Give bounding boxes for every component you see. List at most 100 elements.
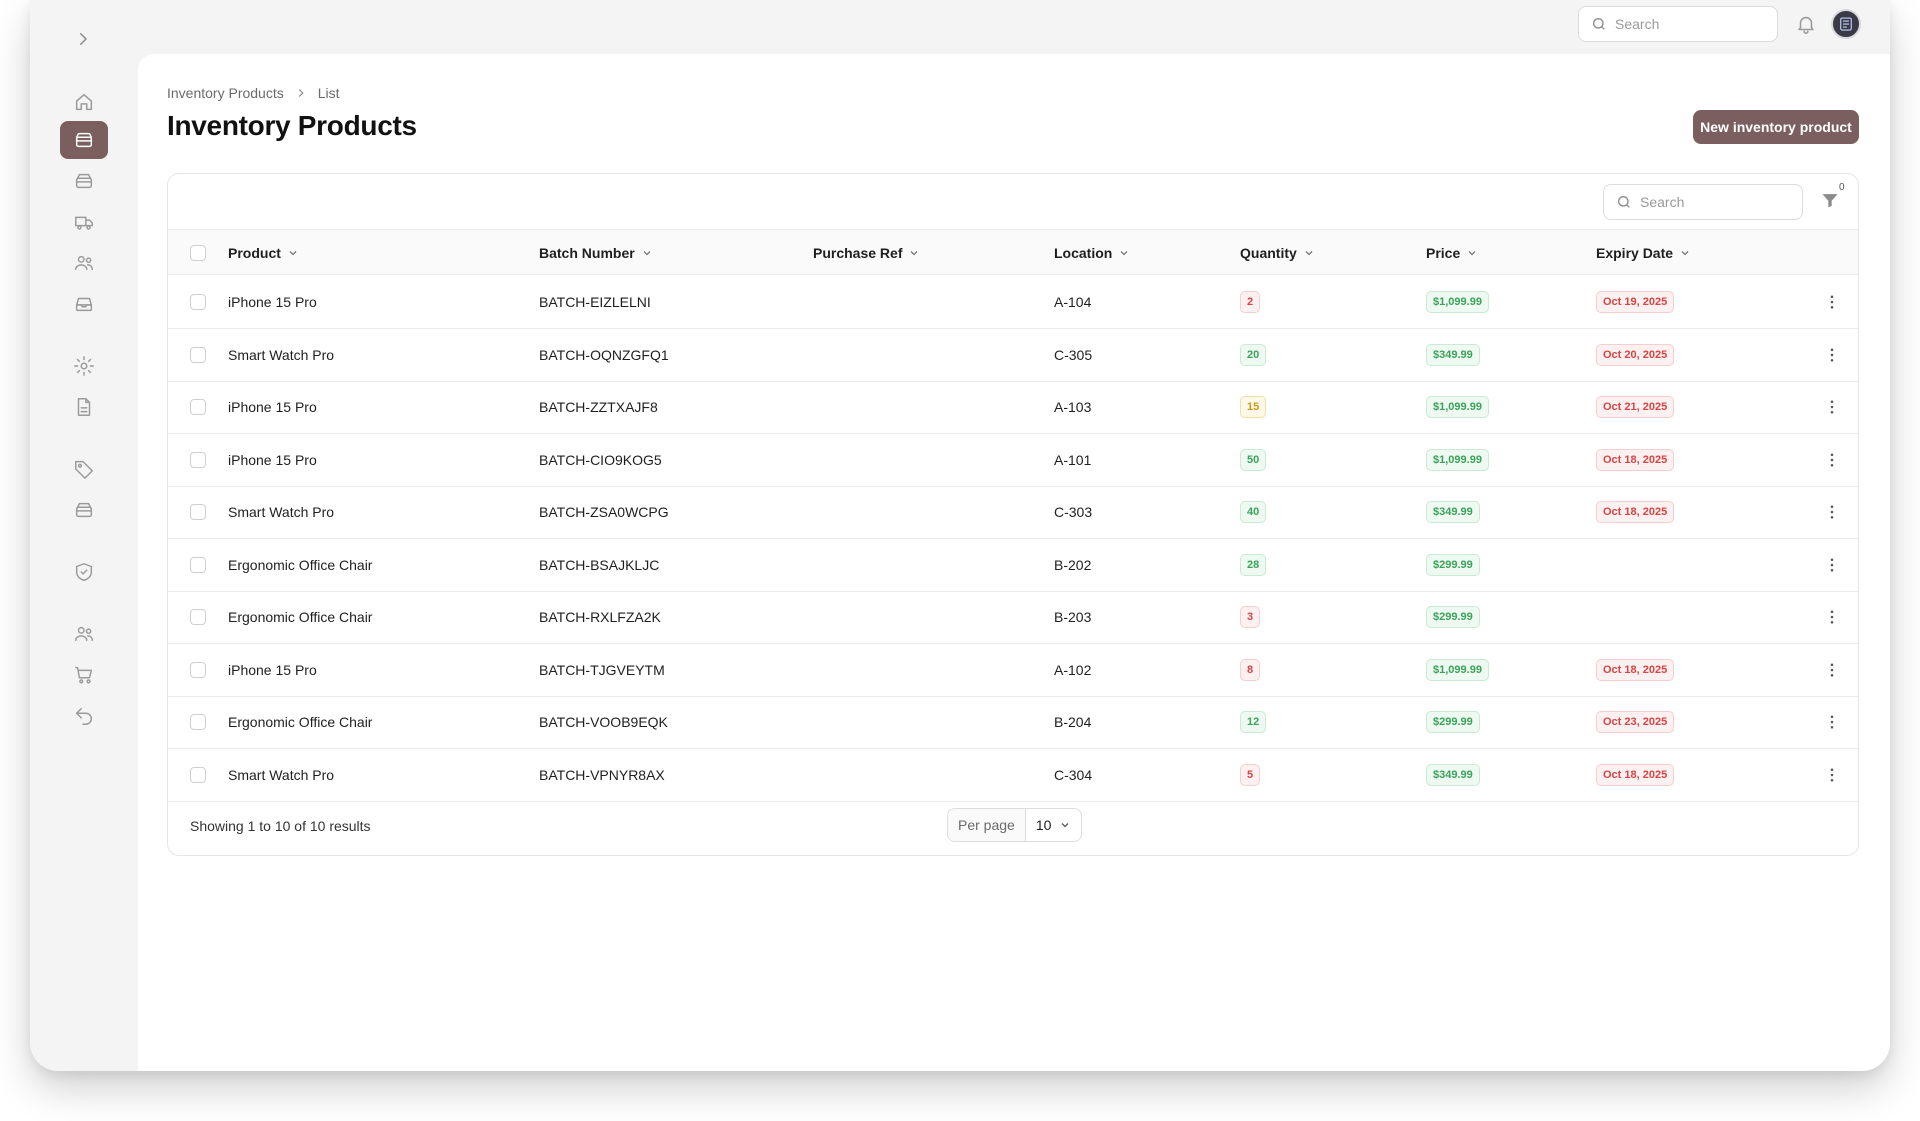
breadcrumb-current: List	[317, 85, 340, 101]
sidebar-item-home[interactable]	[60, 83, 108, 121]
inbox-icon	[75, 297, 93, 312]
row-checkbox[interactable]	[190, 451, 206, 468]
location-cell: B-203	[1054, 609, 1092, 625]
expiry-badge: Oct 18, 2025	[1596, 658, 1675, 681]
row-checkbox[interactable]	[190, 714, 206, 730]
sidebar-item-users[interactable]	[60, 244, 108, 282]
notification-bell-icon[interactable]	[1795, 13, 1817, 35]
expiry-badge: Oct 18, 2025	[1596, 448, 1675, 471]
per-page-select[interactable]: 10	[1026, 817, 1082, 833]
sidebar-expand-chevron-icon[interactable]	[71, 27, 95, 51]
table-row[interactable]: Smart Watch Pro BATCH-VPNYR8AX C-304 5 $349.…	[168, 749, 1858, 802]
sidebar-item-archive-box[interactable]	[60, 491, 108, 529]
table-row[interactable]: iPhone 15 Pro BATCH-ZZTXAJF8 A-103 15 $1,099…	[168, 381, 1858, 434]
sidebar-item-return-arrow[interactable]	[60, 697, 108, 735]
archive-box-icon	[75, 173, 93, 189]
table-row[interactable]: iPhone 15 Pro BATCH-CIO9KOG5 A-101 50 $1,099…	[168, 434, 1858, 487]
row-checkbox[interactable]	[190, 556, 206, 573]
sidebar-item-tag[interactable]	[60, 450, 108, 488]
batch-cell: BATCH-ZZTXAJF8	[539, 399, 658, 415]
chevron-right-icon	[298, 89, 304, 97]
row-actions-icon[interactable]	[1822, 765, 1842, 785]
column-header-label: Batch Number	[539, 245, 635, 261]
table-row[interactable]: Ergonomic Office Chair BATCH-VOOB9EQK B-20…	[168, 696, 1858, 749]
new-inventory-product-button[interactable]: New inventory product	[1693, 110, 1859, 144]
row-actions-icon[interactable]	[1822, 660, 1842, 680]
table-search-input[interactable]	[1640, 194, 1790, 210]
table-row[interactable]: Ergonomic Office Chair BATCH-RXLFZA2K B-20…	[168, 591, 1858, 644]
row-actions-icon[interactable]	[1822, 450, 1842, 470]
user-avatar[interactable]	[1831, 9, 1861, 39]
row-actions-icon[interactable]	[1822, 292, 1842, 312]
row-actions-icon[interactable]	[1822, 712, 1842, 732]
expiry-badge: Oct 21, 2025	[1596, 396, 1675, 418]
batch-cell: BATCH-CIO9KOG5	[539, 451, 662, 468]
row-actions-icon[interactable]	[1822, 345, 1842, 365]
table-row[interactable]: iPhone 15 Pro BATCH-TJGVEYTM A-102 8 $1,099.…	[168, 644, 1858, 697]
price-badge: $1,099.99	[1426, 291, 1489, 313]
expiry-badge: Oct 23, 2025	[1596, 711, 1675, 733]
select-all-checkbox[interactable]	[190, 245, 206, 261]
sidebar-item-archive-box[interactable]	[60, 162, 108, 200]
quantity-badge: 5	[1240, 763, 1261, 786]
column-header-product[interactable]: Product	[228, 230, 299, 276]
sidebar-item-inventory-box[interactable]	[60, 121, 108, 159]
quantity-badge: 50	[1240, 448, 1267, 471]
price-badge: $299.99	[1426, 711, 1480, 733]
table-row[interactable]: Smart Watch Pro BATCH-ZSA0WCPG C-303 40 $349…	[168, 486, 1858, 539]
row-checkbox[interactable]	[190, 294, 206, 310]
sidebar-item-users[interactable]	[60, 615, 108, 653]
batch-cell: BATCH-OQNZGFQ1	[539, 346, 669, 363]
table-search[interactable]	[1603, 184, 1803, 220]
batch-cell: BATCH-RXLFZA2K	[539, 609, 661, 625]
quantity-badge: 20	[1240, 343, 1267, 366]
row-actions-icon[interactable]	[1822, 607, 1842, 627]
row-checkbox[interactable]	[190, 346, 206, 363]
row-actions-icon[interactable]	[1822, 397, 1842, 417]
expiry-badge: Oct 18, 2025	[1596, 763, 1675, 786]
row-checkbox[interactable]	[190, 399, 206, 415]
column-header-price[interactable]: Price	[1426, 230, 1478, 276]
column-header-batch-number[interactable]: Batch Number	[539, 230, 653, 276]
sidebar-item-shield-check[interactable]	[60, 553, 108, 591]
row-actions-icon[interactable]	[1822, 555, 1842, 575]
row-checkbox[interactable]	[190, 504, 206, 520]
sidebar-item-gear[interactable]	[60, 347, 108, 385]
table-row[interactable]: Ergonomic Office Chair BATCH-BSAJKLJC B-20…	[168, 539, 1858, 592]
breadcrumb-parent-link[interactable]: Inventory Products	[167, 85, 284, 101]
product-cell: Ergonomic Office Chair	[228, 714, 373, 730]
document-icon	[77, 398, 91, 416]
column-header-expiry-date[interactable]: Expiry Date	[1596, 230, 1691, 276]
table-row[interactable]: Smart Watch Pro BATCH-OQNZGFQ1 C-305 20 $349…	[168, 329, 1858, 382]
column-header-quantity[interactable]: Quantity	[1240, 230, 1315, 276]
location-cell: A-103	[1054, 399, 1092, 415]
per-page-label: Per page	[948, 809, 1026, 841]
sidebar-item-cart[interactable]	[60, 656, 108, 694]
batch-cell: BATCH-TJGVEYTM	[539, 661, 665, 678]
global-search-input[interactable]	[1615, 16, 1765, 32]
row-actions-icon[interactable]	[1822, 502, 1842, 522]
product-cell: Smart Watch Pro	[228, 766, 335, 783]
truck-icon	[75, 216, 93, 230]
quantity-badge: 28	[1240, 553, 1267, 576]
inventory-box-icon	[75, 132, 93, 148]
sidebar-item-inbox[interactable]	[60, 285, 108, 323]
sidebar-item-truck[interactable]	[60, 203, 108, 241]
product-cell: Ergonomic Office Chair	[228, 556, 373, 573]
price-badge: $299.99	[1426, 553, 1480, 576]
expiry-badge: Oct 18, 2025	[1596, 501, 1675, 523]
row-checkbox[interactable]	[190, 766, 206, 783]
sidebar-item-document[interactable]	[60, 388, 108, 426]
global-search[interactable]	[1578, 6, 1778, 42]
archive-box-icon	[75, 502, 93, 518]
price-badge: $1,099.99	[1426, 396, 1489, 418]
product-cell: Ergonomic Office Chair	[228, 609, 373, 625]
column-header-purchase-ref[interactable]: Purchase Ref	[813, 230, 920, 276]
row-checkbox[interactable]	[190, 661, 206, 678]
table-row[interactable]: iPhone 15 Pro BATCH-EIZLELNI A-104 2 $1,099.…	[168, 276, 1858, 329]
users-icon	[75, 255, 93, 271]
filter-icon[interactable]	[1820, 190, 1842, 212]
row-checkbox[interactable]	[190, 609, 206, 625]
column-header-location[interactable]: Location	[1054, 230, 1130, 276]
chevron-down-icon	[1305, 251, 1313, 256]
